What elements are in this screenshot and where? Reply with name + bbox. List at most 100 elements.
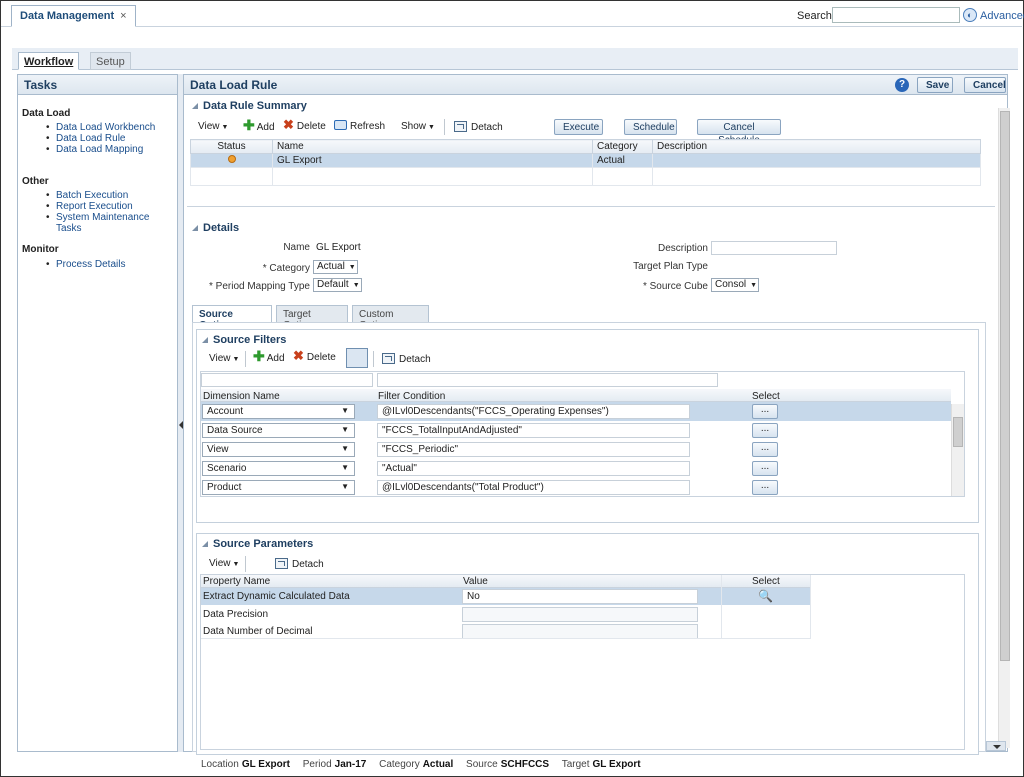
query-by-example-icon[interactable]	[346, 348, 368, 368]
help-icon[interactable]: ?	[895, 78, 909, 92]
col-select[interactable]: Select	[752, 576, 780, 587]
summary-section-header[interactable]: Data Rule Summary	[192, 100, 307, 112]
select-member-button[interactable]: ...	[752, 423, 778, 438]
summary-delete-button[interactable]: ✖ Delete	[283, 118, 326, 132]
col-dimension-name[interactable]: Dimension Name	[203, 391, 280, 402]
cancel-button[interactable]: Cancel	[964, 77, 1006, 93]
app-tab-data-management[interactable]: Data Management ×	[11, 5, 136, 27]
source-cube-select[interactable]: Consol ▼	[711, 278, 759, 292]
status-cell	[190, 153, 273, 168]
target-label: Target	[561, 759, 590, 770]
summary-show-menu[interactable]: Show ▼	[401, 121, 435, 132]
dimension-select[interactable]: Account ▼	[202, 404, 355, 419]
period-value[interactable]: Jan-17	[335, 759, 367, 770]
dimension-select[interactable]: Data Source ▼	[202, 423, 355, 438]
execute-button[interactable]: Execute	[554, 119, 603, 135]
description-input[interactable]	[711, 241, 837, 255]
col-value[interactable]: Value	[463, 576, 488, 587]
params-view-menu[interactable]: View ▼	[209, 558, 239, 569]
source-filters-header[interactable]: Source Filters	[202, 334, 286, 346]
task-data-load-mapping[interactable]: Data Load Mapping	[46, 144, 155, 155]
tab-custom-options[interactable]: Custom Options	[352, 305, 429, 331]
dimension-select[interactable]: View ▼	[202, 442, 355, 457]
select-member-button[interactable]: ...	[752, 442, 778, 457]
filter-condition-input[interactable]: @ILvl0Descendants("FCCS_Operating Expens…	[377, 404, 690, 419]
filter-condition-input[interactable]: "FCCS_TotalInputAndAdjusted"	[377, 423, 690, 438]
filter-condition-input[interactable]: @ILvl0Descendants("Total Product")	[377, 480, 690, 495]
top-bar: Data Management × Search: ◐ Advanced	[1, 1, 1024, 27]
filters-scrollbar[interactable]	[951, 404, 964, 496]
summary-view-menu[interactable]: View ▼	[198, 121, 228, 132]
col-name[interactable]: Name	[272, 139, 593, 154]
context-bar: Location GL Export Period Jan-17 Category A…	[183, 752, 1008, 776]
property-value-input[interactable]	[462, 607, 698, 622]
filters-detach-button[interactable]: Detach	[382, 353, 431, 365]
toolbar-separator	[444, 119, 445, 135]
close-icon[interactable]: ×	[120, 10, 126, 22]
col-filter-condition[interactable]: Filter Condition	[378, 391, 445, 402]
task-process-details[interactable]: Process Details	[46, 259, 126, 270]
detach-icon	[454, 121, 467, 132]
schedule-button[interactable]: Schedule	[624, 119, 677, 135]
table-row[interactable]: GL Export Actual	[190, 153, 981, 168]
period-mapping-type-select[interactable]: Default ▼	[313, 278, 362, 292]
advanced-search-link[interactable]: Advanced	[980, 10, 1024, 22]
save-button[interactable]: Save	[917, 77, 953, 93]
filters-add-button[interactable]: ✚ Add	[253, 349, 285, 364]
dimension-select[interactable]: Scenario ▼	[202, 461, 355, 476]
select-member-button[interactable]: ...	[752, 404, 778, 419]
chevron-down-icon[interactable]	[986, 741, 1006, 751]
grid-line	[721, 575, 722, 639]
source-value[interactable]: SCHFCCS	[501, 759, 549, 770]
filters-view-menu[interactable]: View ▼	[209, 353, 239, 364]
advanced-search-icon[interactable]: ◐	[963, 8, 977, 22]
location-value[interactable]: GL Export	[242, 759, 290, 770]
task-data-load-rule[interactable]: Data Load Rule	[46, 133, 155, 144]
filter-condition-input[interactable]: "Actual"	[377, 461, 690, 476]
task-data-load-workbench[interactable]: Data Load Workbench	[46, 122, 155, 133]
target-value[interactable]: GL Export	[592, 759, 640, 770]
col-select[interactable]: Select	[752, 391, 780, 402]
tab-setup[interactable]: Setup	[90, 52, 131, 70]
details-section-header[interactable]: Details	[192, 222, 239, 234]
detach-icon	[382, 353, 395, 364]
dimension-select[interactable]: Product ▼	[202, 480, 355, 495]
tab-source-options[interactable]: Source Options	[192, 305, 272, 331]
filters-delete-button[interactable]: ✖ Delete	[293, 349, 336, 363]
main-scrollbar[interactable]	[998, 108, 1010, 748]
search-icon[interactable]: 🔍	[758, 589, 773, 603]
qbe-filter-input[interactable]	[377, 373, 718, 387]
task-report-execution[interactable]: Report Execution	[46, 201, 177, 212]
scroll-thumb[interactable]	[1000, 111, 1010, 661]
summary-refresh-button[interactable]: Refresh	[334, 120, 385, 132]
category-value[interactable]: Actual	[423, 759, 454, 770]
col-category[interactable]: Category	[592, 139, 653, 154]
main-header: Data Load Rule ? Save Cancel	[184, 75, 1007, 95]
qbe-dimension-input[interactable]	[201, 373, 373, 387]
task-group-label: Data Load	[22, 108, 71, 119]
search-input[interactable]	[832, 7, 960, 23]
col-status[interactable]: Status	[190, 139, 273, 154]
tab-workflow[interactable]: Workflow	[18, 52, 80, 70]
tab-target-options[interactable]: Target Options	[276, 305, 348, 331]
task-batch-execution[interactable]: Batch Execution	[46, 190, 177, 201]
summary-add-button[interactable]: ✚ Add	[243, 118, 275, 133]
task-group-label: Monitor	[22, 244, 59, 255]
detach-icon	[275, 558, 288, 569]
property-value-input[interactable]	[462, 624, 698, 639]
filter-condition-input[interactable]: "FCCS_Periodic"	[377, 442, 690, 457]
scroll-thumb[interactable]	[953, 417, 963, 447]
col-description[interactable]: Description	[652, 139, 981, 154]
col-property-name[interactable]: Property Name	[203, 576, 270, 587]
property-value-input[interactable]: No	[462, 589, 698, 604]
select-member-button[interactable]: ...	[752, 480, 778, 495]
params-detach-button[interactable]: Detach	[275, 558, 324, 570]
select-member-button[interactable]: ...	[752, 461, 778, 476]
task-system-maintenance[interactable]: System Maintenance Tasks	[46, 212, 177, 234]
params-header-row	[201, 575, 810, 588]
details-title: Details	[203, 222, 240, 234]
source-params-header[interactable]: Source Parameters	[202, 538, 313, 550]
cancel-schedule-button[interactable]: Cancel Schedule	[697, 119, 781, 146]
summary-detach-button[interactable]: Detach	[454, 121, 503, 133]
category-select[interactable]: Actual ▼	[313, 260, 358, 274]
